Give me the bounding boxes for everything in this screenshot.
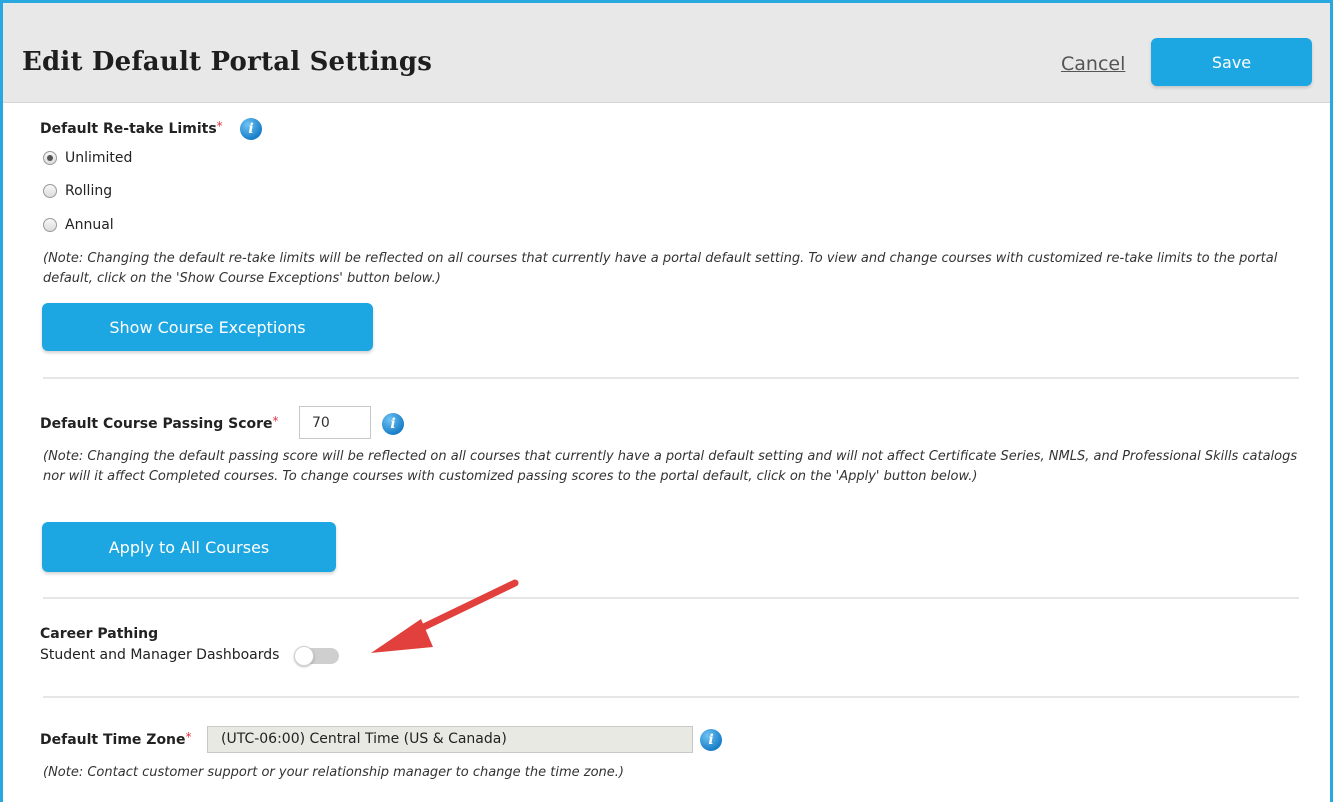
time-zone-select: (UTC-06:00) Central Time (US & Canada) [207, 726, 693, 753]
info-icon[interactable]: i [700, 729, 722, 751]
time-zone-note: (Note: Contact customer support or your … [43, 765, 624, 780]
radio-button-icon[interactable] [43, 218, 57, 232]
radio-annual[interactable]: Annual [43, 217, 114, 233]
required-marker: * [216, 119, 223, 133]
dashboards-toggle-label: Student and Manager Dashboards [40, 647, 280, 663]
radio-unlimited[interactable]: Unlimited [43, 150, 132, 166]
page-title: Edit Default Portal Settings [22, 47, 433, 77]
time-zone-label: Default Time Zone* [40, 730, 192, 748]
dashboards-toggle[interactable] [294, 646, 339, 666]
radio-label: Rolling [65, 183, 113, 199]
required-marker: * [272, 414, 279, 428]
info-icon[interactable]: i [382, 413, 404, 435]
radio-button-icon[interactable] [43, 184, 57, 198]
settings-panel: Edit Default Portal Settings Cancel Save… [0, 0, 1333, 802]
save-button[interactable]: Save [1151, 38, 1312, 86]
info-icon[interactable]: i [240, 118, 262, 140]
passing-score-input[interactable] [299, 406, 371, 439]
radio-label: Unlimited [65, 150, 133, 166]
radio-rolling[interactable]: Rolling [43, 183, 112, 199]
toggle-knob[interactable] [294, 646, 314, 666]
section-divider [43, 696, 1299, 698]
retake-note: (Note: Changing the default re-take limi… [43, 251, 1278, 286]
passing-score-label-text: Default Course Passing Score [40, 416, 273, 432]
section-divider [43, 377, 1299, 379]
section-divider [43, 597, 1299, 599]
retake-limits-label-text: Default Re-take Limits [40, 121, 217, 137]
red-arrow-annotation [371, 579, 519, 653]
passing-score-note: (Note: Changing the default passing scor… [43, 449, 1298, 484]
retake-limits-label: Default Re-take Limits* [40, 119, 223, 137]
cancel-link[interactable]: Cancel [1061, 53, 1125, 75]
header-bar: Edit Default Portal Settings Cancel Save [3, 3, 1330, 103]
career-pathing-heading: Career Pathing [40, 626, 159, 642]
passing-score-label: Default Course Passing Score* [40, 414, 279, 432]
apply-to-all-courses-button[interactable]: Apply to All Courses [42, 522, 336, 572]
required-marker: * [185, 730, 192, 744]
radio-label: Annual [65, 217, 114, 233]
time-zone-label-text: Default Time Zone [40, 732, 186, 748]
show-course-exceptions-button[interactable]: Show Course Exceptions [42, 303, 373, 351]
radio-button-icon[interactable] [43, 151, 57, 165]
